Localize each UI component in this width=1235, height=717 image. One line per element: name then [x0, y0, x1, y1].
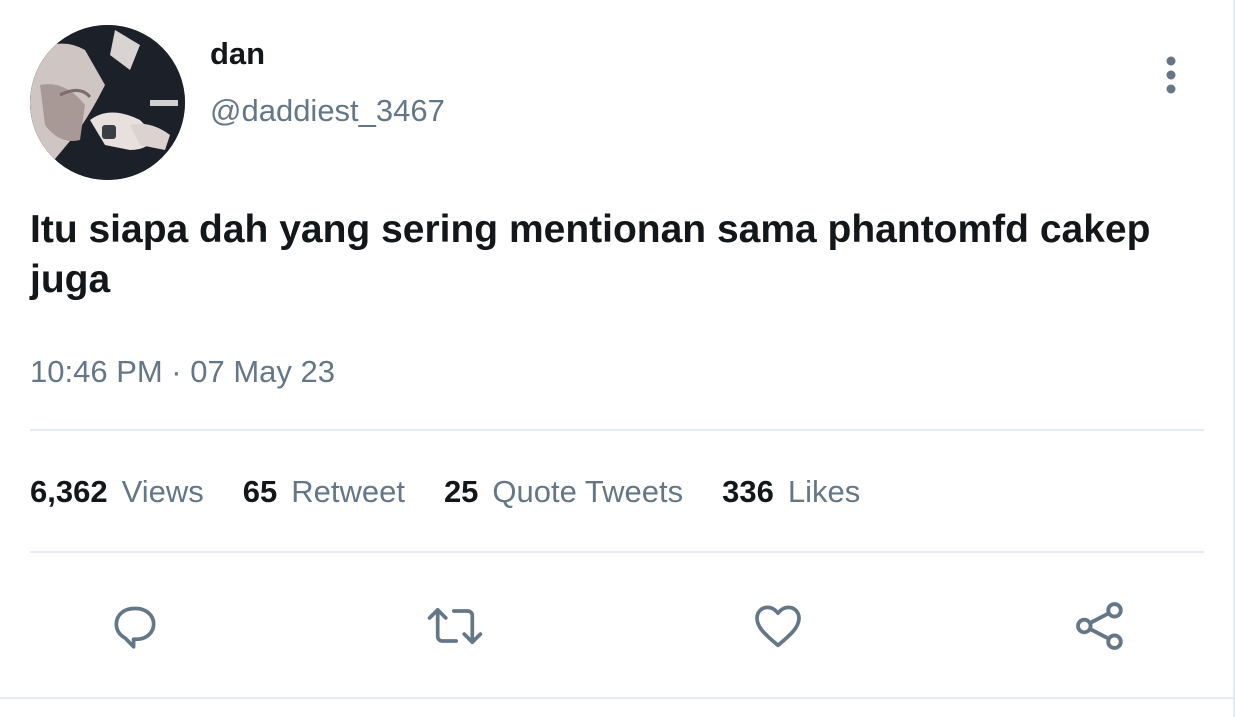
- retweet-count: 65: [242, 474, 278, 509]
- stat-views[interactable]: 6,362 Views: [30, 472, 204, 512]
- likes-label: Likes: [787, 474, 861, 509]
- tweet-stats: 6,362 Views 65 Retweet 25 Quote Tweets 336 L…: [30, 472, 899, 512]
- retweet-button[interactable]: [425, 596, 485, 656]
- stat-retweets[interactable]: 65 Retweet: [243, 472, 405, 512]
- retweet-label: Retweet: [291, 474, 405, 509]
- reply-button[interactable]: [105, 596, 165, 656]
- divider: [0, 697, 1233, 699]
- author-display-name[interactable]: dan: [210, 36, 265, 72]
- divider: [30, 429, 1204, 431]
- views-count: 6,362: [30, 474, 108, 509]
- divider: [30, 551, 1204, 553]
- more-options-button[interactable]: [1150, 52, 1192, 98]
- reply-icon: [114, 606, 156, 649]
- share-icon: [1076, 602, 1123, 650]
- stat-quote-tweets[interactable]: 25 Quote Tweets: [444, 472, 683, 512]
- share-button[interactable]: [1070, 596, 1130, 656]
- avatar[interactable]: [30, 25, 185, 180]
- heart-icon: [755, 605, 801, 648]
- author-handle[interactable]: @daddiest_3467: [210, 93, 445, 129]
- retweet-icon: [427, 608, 483, 644]
- quote-tweets-count: 25: [443, 474, 479, 509]
- views-label: Views: [121, 474, 204, 509]
- quote-tweets-label: Quote Tweets: [492, 474, 684, 509]
- tweet-text: Itu siapa dah yang sering mentionan sama…: [30, 208, 1151, 301]
- likes-count: 336: [722, 474, 774, 509]
- tweet-timestamp[interactable]: 10:46 PM · 07 May 23: [30, 352, 335, 392]
- more-vertical-icon: [1166, 56, 1176, 94]
- like-button[interactable]: [748, 596, 808, 656]
- tweet-detail: dan @daddiest_3467 Itu siapa dah yang se…: [0, 0, 1235, 717]
- stat-likes[interactable]: 336 Likes: [722, 472, 860, 512]
